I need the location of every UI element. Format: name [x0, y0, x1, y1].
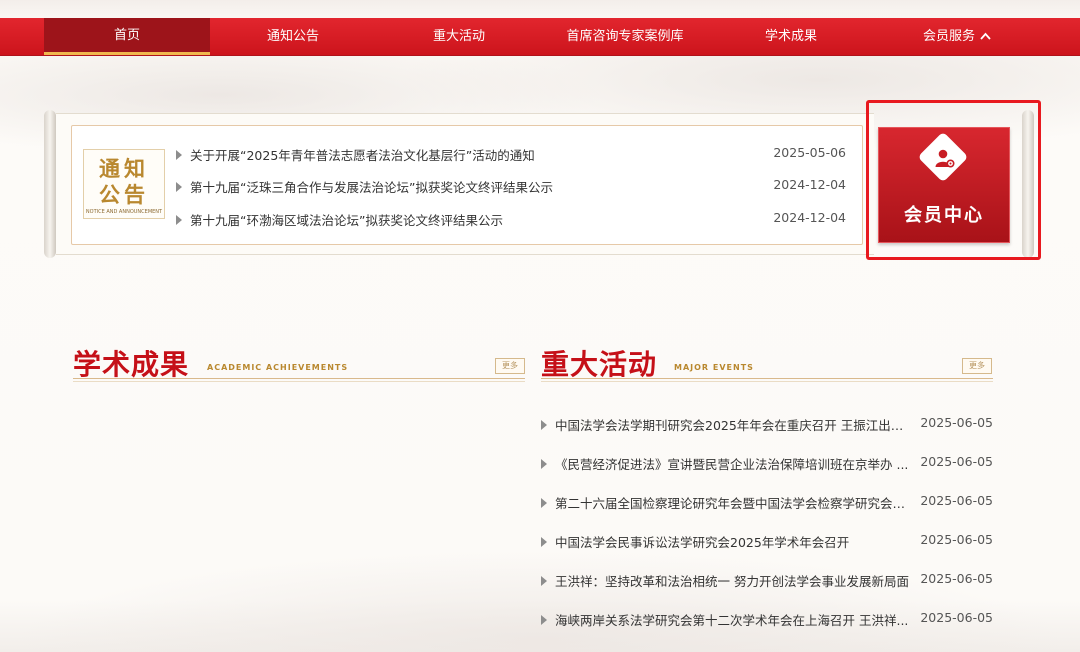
notice-title[interactable]: 关于开展“2025年青年普法志愿者法治文化基层行”活动的通知: [190, 145, 535, 164]
nav-academic[interactable]: 学术成果: [708, 18, 874, 55]
bullet-triangle-icon: [541, 498, 547, 508]
bullet-triangle-icon: [541, 420, 547, 430]
page-background: [0, 0, 1080, 652]
chevron-up-icon: [980, 18, 991, 55]
notice-date: 2025-05-06: [773, 145, 846, 160]
notice-title[interactable]: 第十九届“环渤海区域法治论坛”拟获奖论文终评结果公示: [190, 210, 503, 229]
divider: [73, 378, 525, 379]
bullet-triangle-icon: [176, 182, 182, 192]
event-item[interactable]: 第二十六届全国检察理论研究年会暨中国法学会检察学研究会年... 2025-06-…: [541, 493, 993, 513]
nav-major-events[interactable]: 重大活动: [376, 18, 542, 55]
event-item[interactable]: 《民营经济促进法》宣讲暨民营企业法治保障培训班在京举办 ... 2025-06-…: [541, 454, 993, 474]
event-title[interactable]: 《民营经济促进法》宣讲暨民营企业法治保障培训班在京举办 ...: [555, 454, 915, 473]
event-title[interactable]: 王洪祥：坚持改革和法治相统一 努力开创法学会事业发展新局面: [555, 571, 915, 590]
event-date: 2025-06-05: [920, 532, 993, 547]
event-date: 2025-06-05: [920, 415, 993, 430]
nav-member-services-label: 会员服务: [922, 29, 975, 44]
nav-member-services[interactable]: 会员服务: [874, 18, 1040, 55]
nav-home[interactable]: 首页: [44, 18, 210, 55]
bullet-triangle-icon: [541, 576, 547, 586]
academic-section-subtitle: ACADEMIC ACHIEVEMENTS: [207, 363, 349, 372]
member-center-button[interactable]: 会员中心: [878, 127, 1010, 243]
notice-date: 2024-12-04: [773, 177, 846, 192]
events-more-button[interactable]: 更多: [962, 358, 992, 374]
academic-more-button[interactable]: 更多: [495, 358, 525, 374]
bullet-triangle-icon: [541, 459, 547, 469]
notice-date: 2024-12-04: [773, 210, 846, 225]
divider: [541, 381, 993, 382]
bullet-triangle-icon: [176, 150, 182, 160]
nav-expert-case-library[interactable]: 首席咨询专家案例库: [542, 18, 708, 55]
notice-stamp: 通知 公告 NOTICE AND ANNOUNCEMENT: [83, 149, 165, 219]
event-item[interactable]: 中国法学会法学期刊研究会2025年年会在重庆召开 王振江出席... 2025-0…: [541, 415, 993, 435]
event-date: 2025-06-05: [920, 454, 993, 469]
notice-item[interactable]: 第十九届“环渤海区域法治论坛”拟获奖论文终评结果公示 2024-12-04: [176, 210, 846, 230]
stamp-subtitle: NOTICE AND ANNOUNCEMENT: [85, 209, 163, 215]
nav-notices[interactable]: 通知公告: [210, 18, 376, 55]
event-date: 2025-06-05: [920, 493, 993, 508]
event-date: 2025-06-05: [920, 571, 993, 586]
main-nav: 首页 通知公告 重大活动 首席咨询专家案例库 学术成果 会员服务: [0, 18, 1080, 56]
bullet-triangle-icon: [541, 615, 547, 625]
event-date: 2025-06-05: [920, 610, 993, 625]
event-title[interactable]: 第二十六届全国检察理论研究年会暨中国法学会检察学研究会年...: [555, 493, 915, 512]
stamp-line2: 公告: [99, 182, 149, 207]
events-section-title: 重大活动: [541, 348, 658, 381]
bullet-triangle-icon: [541, 537, 547, 547]
event-item[interactable]: 中国法学会民事诉讼法学研究会2025年学术年会召开 2025-06-05: [541, 532, 993, 552]
notice-title[interactable]: 第十九届“泛珠三角合作与发展法治论坛”拟获奖论文终评结果公示: [190, 177, 553, 196]
bullet-triangle-icon: [176, 215, 182, 225]
event-item[interactable]: 王洪祥：坚持改革和法治相统一 努力开创法学会事业发展新局面 2025-06-05: [541, 571, 993, 591]
academic-section-title: 学术成果: [73, 348, 190, 381]
notice-item[interactable]: 第十九届“泛珠三角合作与发展法治论坛”拟获奖论文终评结果公示 2024-12-0…: [176, 177, 846, 197]
divider: [541, 378, 993, 379]
event-title[interactable]: 中国法学会法学期刊研究会2025年年会在重庆召开 王振江出席...: [555, 415, 915, 434]
event-title[interactable]: 海峡两岸关系法学研究会第十二次学术年会在上海召开 王洪祥...: [555, 610, 915, 629]
event-item[interactable]: 海峡两岸关系法学研究会第十二次学术年会在上海召开 王洪祥... 2025-06-…: [541, 610, 993, 630]
scroll-rod-left: [44, 110, 56, 258]
member-user-gear-icon: [935, 149, 955, 168]
divider: [73, 381, 525, 382]
event-title[interactable]: 中国法学会民事诉讼法学研究会2025年学术年会召开: [555, 532, 915, 551]
notice-item[interactable]: 关于开展“2025年青年普法志愿者法治文化基层行”活动的通知 2025-05-0…: [176, 145, 846, 165]
member-center-label: 会员中心: [904, 205, 984, 226]
events-section-subtitle: MAJOR EVENTS: [674, 363, 754, 372]
